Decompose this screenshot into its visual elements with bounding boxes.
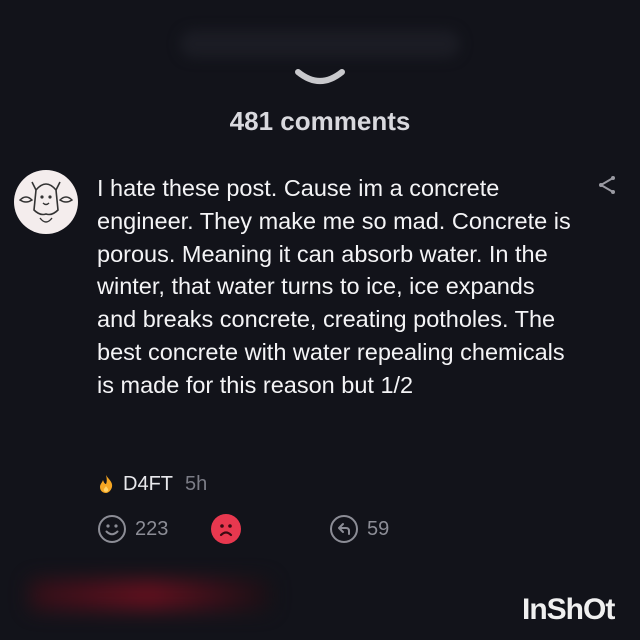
comment-text: I hate these post. Cause im a concrete e… [97,175,571,398]
reply-button[interactable]: 59 [329,514,389,544]
avatar[interactable] [14,170,78,234]
comments-count: 481 comments [229,106,411,136]
upvote-button[interactable]: 223 [97,514,168,544]
comment-actions: 223 59 [97,514,517,548]
blurred-post-title [180,30,460,58]
reply-icon [330,515,358,543]
author-name[interactable]: D4FT [123,473,173,496]
upvote-count: 223 [135,517,169,540]
timestamp: 5h [185,472,208,495]
chevron-down-icon[interactable] [294,68,346,90]
flame-icon [100,475,113,493]
comment-meta: D4FT 5h [97,470,207,498]
share-icon[interactable] [596,174,618,196]
frown-icon [219,524,233,537]
ghost-avatar-icon [18,181,74,223]
watermark-logo: InShOt [522,593,615,626]
downvote-button[interactable] [211,514,241,544]
smiley-icon [98,515,126,543]
reply-count: 59 [367,517,390,540]
blurred-next-comment [30,580,270,610]
